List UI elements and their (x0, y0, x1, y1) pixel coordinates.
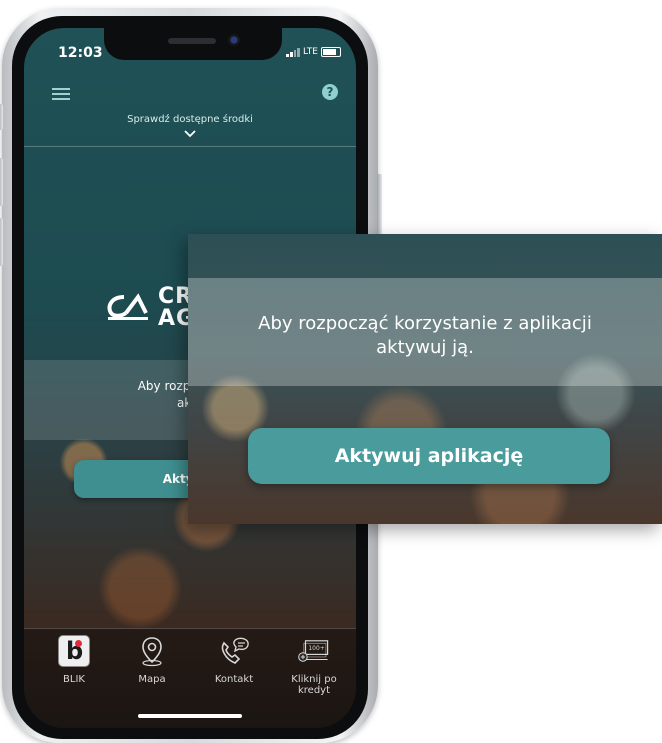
help-icon[interactable]: ? (322, 84, 338, 100)
zoom-callout-panel: Aby rozpocząć korzystanie z aplikacji ak… (188, 234, 662, 524)
bank-logo: CR AG (106, 286, 195, 330)
tab-kontakt-label: Kontakt (214, 674, 254, 685)
network-type: LTE (303, 47, 318, 57)
home-indicator[interactable] (138, 714, 242, 718)
money-100-icon: 100+ (297, 634, 331, 668)
zoom-message-line1: Aby rozpocząć korzystanie z aplikacji (258, 313, 592, 334)
silent-switch (0, 104, 3, 130)
tab-blik[interactable]: b BLIK (34, 634, 114, 685)
tab-blik-label: BLIK (63, 674, 85, 685)
chevron-down-icon[interactable] (184, 128, 196, 140)
tab-mapa[interactable]: Mapa (112, 634, 192, 685)
volume-up-button (0, 158, 3, 206)
bank-logo-icon (107, 293, 148, 320)
status-indicators: LTE (286, 47, 341, 57)
phone-chat-icon (217, 634, 251, 668)
hamburger-menu-icon[interactable] (52, 88, 70, 100)
header-divider (24, 146, 356, 147)
notch (104, 28, 282, 60)
tab-mapa-label: Mapa (138, 674, 166, 685)
map-pin-icon (135, 634, 169, 668)
money-badge-text: 100+ (308, 645, 324, 652)
tab-kontakt[interactable]: Kontakt (194, 634, 274, 685)
signal-icon (286, 47, 300, 57)
tab-kliknij-po-kredyt[interactable]: 100+ Kliknij po kredyt (274, 634, 354, 696)
check-funds-link[interactable]: Sprawdź dostępne środki (24, 114, 356, 125)
zoom-message-line2: aktywuj ją. (376, 337, 474, 358)
blik-icon: b (57, 634, 91, 668)
front-camera (228, 34, 240, 46)
activate-app-button[interactable]: Aktywuj aplikację (248, 428, 610, 484)
battery-icon (320, 47, 341, 57)
volume-down-button (0, 218, 3, 266)
speaker-grille (168, 38, 216, 44)
tab-kredyt-label: Kliknij po kredyt (291, 674, 337, 696)
tab-bar-divider (24, 628, 356, 629)
status-time: 12:03 (58, 45, 103, 61)
zoom-activation-message: Aby rozpocząć korzystanie z aplikacji ak… (228, 312, 622, 360)
